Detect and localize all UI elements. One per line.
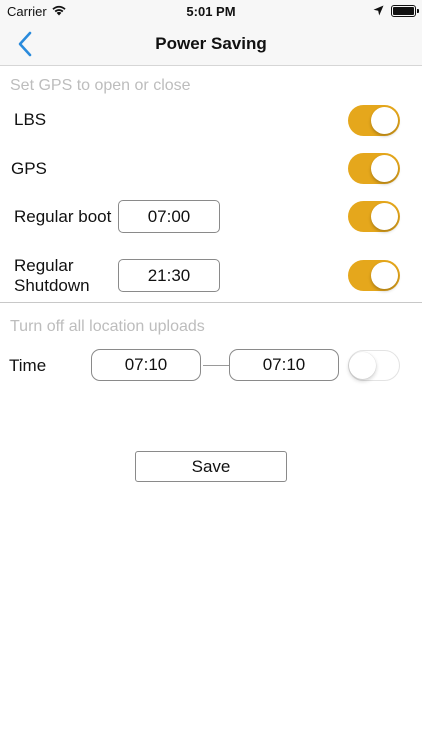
upload-start-time-field[interactable]: 07:10 xyxy=(91,349,201,381)
status-time: 5:01 PM xyxy=(186,4,236,19)
battery-icon xyxy=(391,5,419,17)
toggle-knob xyxy=(349,351,376,379)
section-divider xyxy=(0,302,422,303)
upload-section-header: Turn off all location uploads xyxy=(10,318,205,335)
time-label: Time xyxy=(9,356,47,375)
regular-boot-label: Regular boot xyxy=(14,207,112,226)
regular-boot-toggle[interactable] xyxy=(348,201,400,232)
gps-toggle[interactable] xyxy=(348,153,400,184)
save-button[interactable]: Save xyxy=(135,451,287,482)
toggle-knob xyxy=(371,155,398,182)
lbs-label: LBS xyxy=(14,110,47,129)
toggle-knob xyxy=(371,107,398,134)
regular-shutdown-label-line1: Regular xyxy=(14,256,74,275)
gps-label: GPS xyxy=(11,159,47,178)
status-bar: Carrier 5:01 PM xyxy=(0,0,422,22)
toggle-knob xyxy=(371,203,398,230)
upload-end-time-field[interactable]: 07:10 xyxy=(229,349,339,381)
regular-shutdown-time-field[interactable]: 21:30 xyxy=(118,259,220,292)
regular-shutdown-toggle[interactable] xyxy=(348,260,400,291)
nav-bar: Power Saving xyxy=(0,22,422,66)
time-range-separator xyxy=(203,365,229,366)
location-arrow-icon xyxy=(373,5,384,16)
page-title: Power Saving xyxy=(155,34,267,53)
lbs-toggle[interactable] xyxy=(348,105,400,136)
regular-shutdown-label-line2: Shutdown xyxy=(14,276,90,295)
upload-off-toggle[interactable] xyxy=(348,350,400,381)
gps-section-header: Set GPS to open or close xyxy=(10,77,191,94)
regular-boot-time-field[interactable]: 07:00 xyxy=(118,200,220,233)
toggle-knob xyxy=(371,262,398,289)
